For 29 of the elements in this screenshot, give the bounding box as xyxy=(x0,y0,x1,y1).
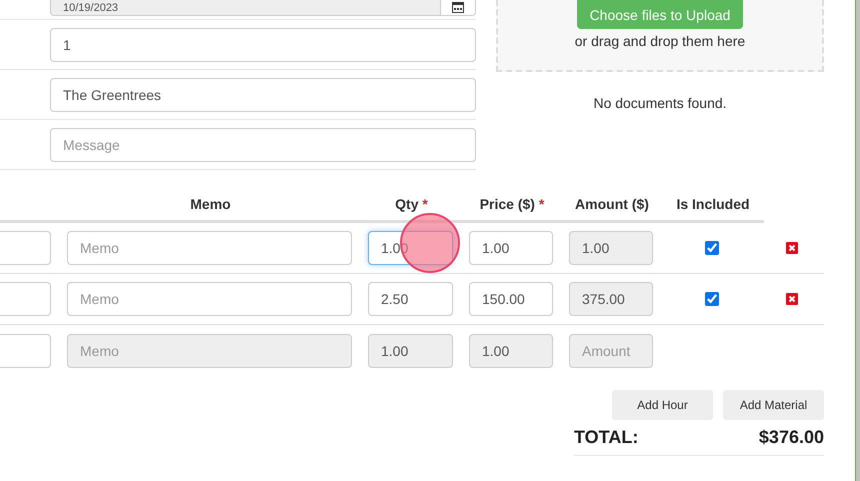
qty-field[interactable]: 2.50 xyxy=(368,282,453,316)
input-field[interactable]: 1 xyxy=(50,28,476,62)
total-label: TOTAL: xyxy=(574,427,638,448)
empty-message: No documents found. xyxy=(593,95,727,111)
included-checkbox[interactable] xyxy=(705,292,719,306)
input-field[interactable] xyxy=(0,231,51,265)
input-field[interactable]: Message xyxy=(50,128,476,162)
column-header: Qty * xyxy=(394,196,429,212)
dropzone-hint: or drag and drop them here xyxy=(574,33,746,49)
input-field[interactable] xyxy=(0,334,51,368)
column-header: Price ($) * xyxy=(478,196,546,212)
included-checkbox[interactable] xyxy=(705,241,719,255)
add-button[interactable]: Add Hour xyxy=(612,390,713,420)
price-field[interactable]: 1.00 xyxy=(469,231,553,265)
input-field[interactable] xyxy=(0,282,51,316)
price-field[interactable]: 150.00 xyxy=(469,282,553,316)
column-header: Amount ($) xyxy=(574,196,650,212)
add-button[interactable]: Add Material xyxy=(723,390,824,420)
column-header: Memo xyxy=(189,196,232,212)
delete-icon[interactable] xyxy=(786,242,798,254)
memo-field[interactable]: Memo xyxy=(67,282,352,316)
delete-icon[interactable] xyxy=(786,293,798,305)
calendar-icon[interactable] xyxy=(452,2,464,13)
memo-field[interactable]: Memo xyxy=(67,231,352,265)
total-value: $376.00 xyxy=(758,427,824,448)
input-field[interactable]: The Greentrees xyxy=(50,78,476,112)
upload-dropzone[interactable]: Choose files to Upload or drag and drop them here xyxy=(496,0,824,72)
column-header: Is Included xyxy=(675,196,751,212)
scrollbar[interactable] xyxy=(855,0,860,481)
